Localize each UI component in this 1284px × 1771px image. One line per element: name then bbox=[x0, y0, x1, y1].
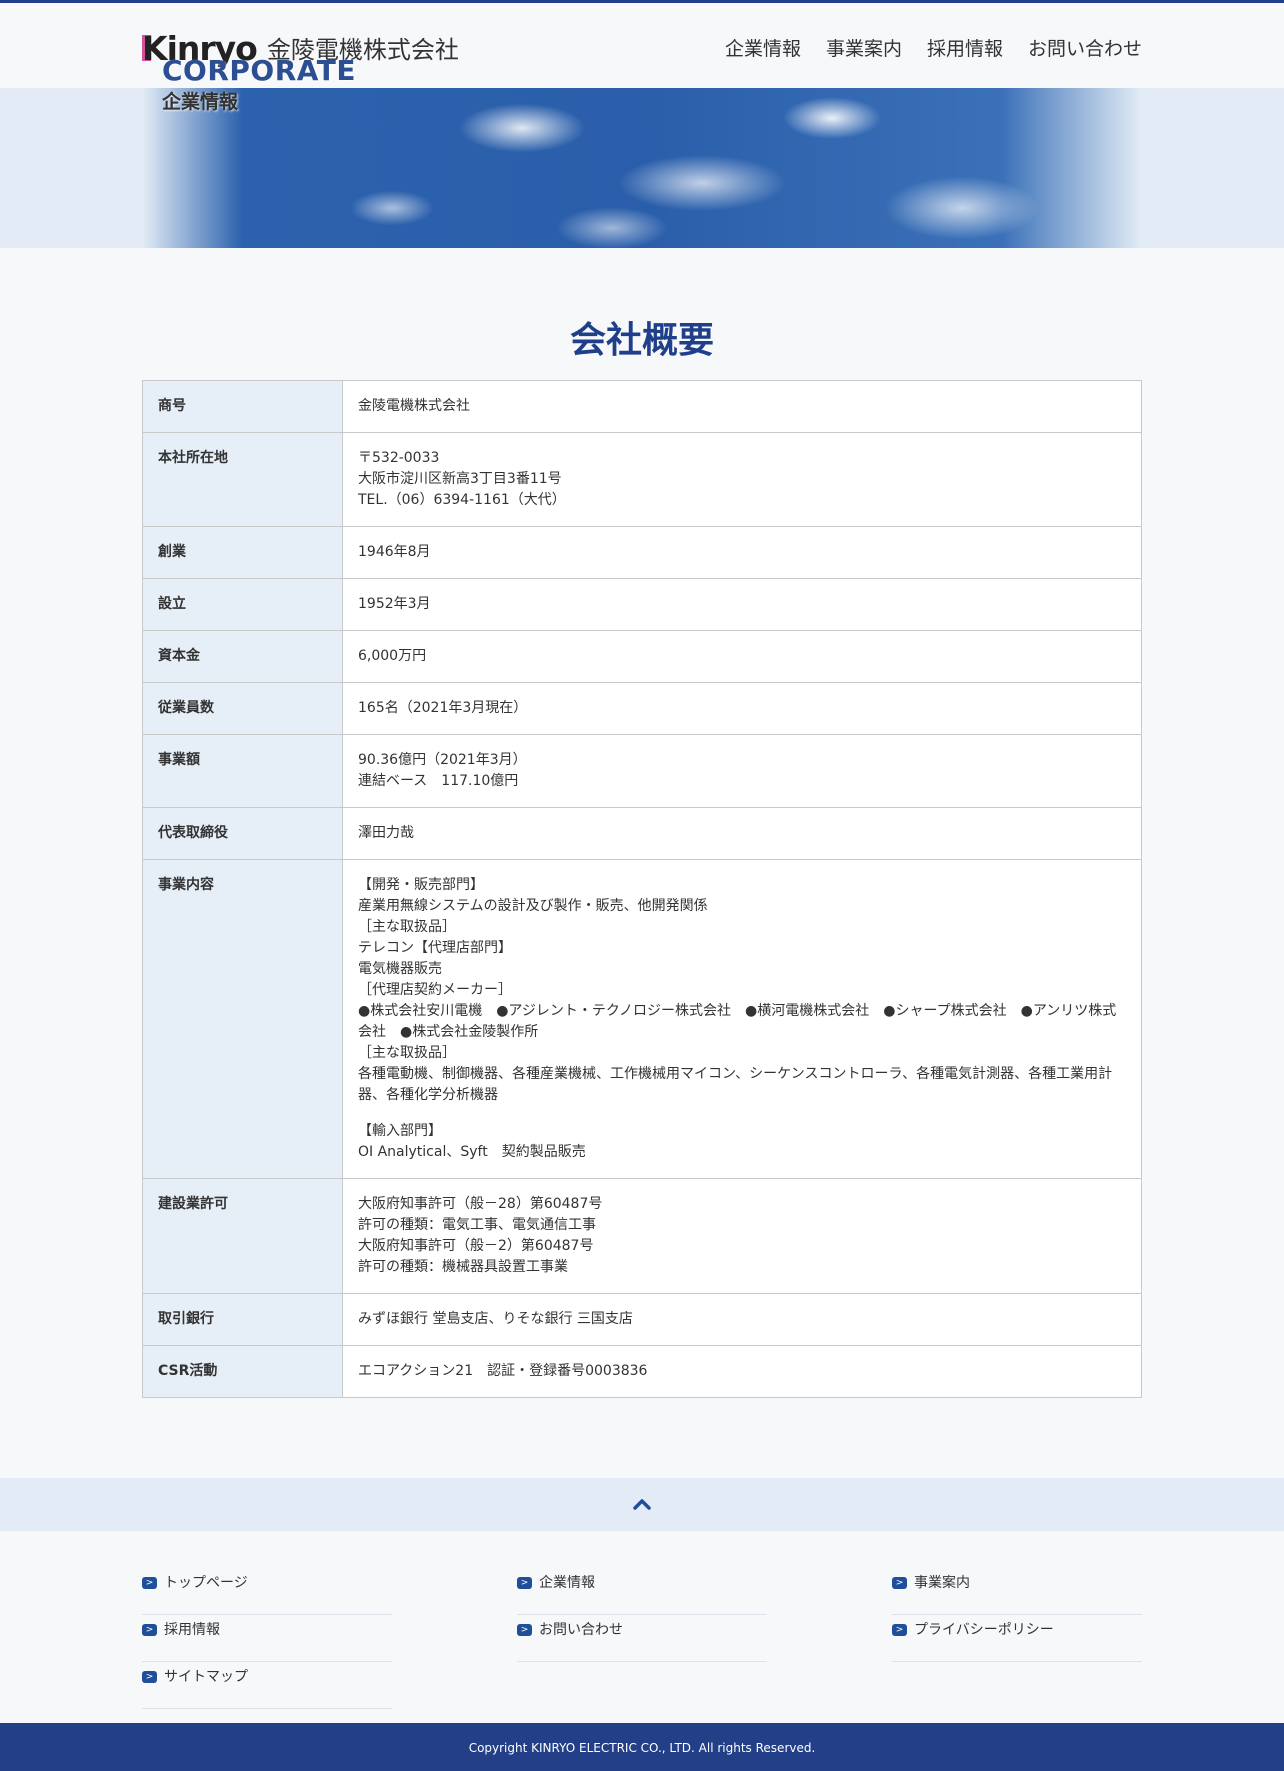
row-value-line: ●株式会社安川電機 ●アジレント・テクノロジー株式会社 ●横河電機株式会社 ●シ… bbox=[358, 1003, 1117, 1040]
row-value-line: 165名（2021年3月現在） bbox=[358, 700, 528, 716]
row-label: 取引銀行 bbox=[142, 1293, 343, 1346]
nav-business[interactable]: 事業案内 bbox=[826, 34, 902, 61]
table-row: 創業 1946年8月 bbox=[142, 526, 1142, 579]
row-value-line: 産業用無線システムの設計及び製作・販売、他開発関係 bbox=[358, 898, 708, 914]
row-label: 設立 bbox=[142, 578, 343, 631]
footer-link-privacy[interactable]: > プライバシーポリシー bbox=[892, 1615, 1142, 1662]
row-value-line: 大阪市淀川区新高3丁目3番11号 bbox=[358, 471, 562, 487]
row-value: 【開発・販売部門】産業用無線システムの設計及び製作・販売、他開発関係 ［主な取扱品… bbox=[342, 859, 1142, 1179]
row-label: 代表取締役 bbox=[142, 807, 343, 860]
row-value-line: 各種電動機、制御機器、各種産業機械、工作機械用マイコン、シーケンスコントローラ、… bbox=[358, 1066, 1113, 1103]
copyright: Copyright KINRYO ELECTRIC CO., LTD. All … bbox=[0, 1723, 1284, 1771]
table-row: 設立 1952年3月 bbox=[142, 578, 1142, 631]
arrow-right-icon: > bbox=[142, 1624, 157, 1636]
table-row: 本社所在地 〒532-0033 大阪市淀川区新高3丁目3番11号 TEL.（06）63… bbox=[142, 432, 1142, 527]
row-label: 商号 bbox=[142, 380, 343, 433]
arrow-right-icon: > bbox=[142, 1577, 157, 1589]
footer-link-label: サイトマップ bbox=[164, 1669, 248, 1685]
footer-link-label: プライバシーポリシー bbox=[914, 1622, 1054, 1638]
row-label: 事業内容 bbox=[142, 859, 343, 1179]
row-value-line: 澤田力哉 bbox=[358, 825, 414, 841]
footer-link-label: 採用情報 bbox=[164, 1622, 220, 1638]
row-value: 165名（2021年3月現在） bbox=[342, 682, 1142, 735]
main-nav: 企業情報 事業案内 採用情報 お問い合わせ bbox=[725, 34, 1142, 61]
row-label: 事業額 bbox=[142, 734, 343, 808]
row-label: 従業員数 bbox=[142, 682, 343, 735]
nav-corporate[interactable]: 企業情報 bbox=[725, 34, 801, 61]
row-value-line: TEL.（06）6394-1161（大代） bbox=[358, 492, 566, 508]
table-row: 建設業許可 大阪府知事許可（般－28）第60487号 許可の種類：電気工事、電気通信… bbox=[142, 1178, 1142, 1294]
row-label: 創業 bbox=[142, 526, 343, 579]
footer-link-label: 事業案内 bbox=[914, 1575, 970, 1591]
footer-link-label: トップページ bbox=[164, 1575, 248, 1591]
footer-link-corporate[interactable]: > 企業情報 bbox=[517, 1568, 767, 1615]
row-value: 1946年8月 bbox=[342, 526, 1142, 579]
row-value: みずほ銀行 堂島支店、りそな銀行 三国支店 bbox=[342, 1293, 1142, 1346]
row-value: 90.36億円（2021年3月） 連結ベース 117.10億円 bbox=[342, 734, 1142, 808]
footer-link-label: 企業情報 bbox=[539, 1575, 595, 1591]
table-row: 資本金 6,000万円 bbox=[142, 630, 1142, 683]
table-row: 代表取締役 澤田力哉 bbox=[142, 807, 1142, 860]
footer-link-contact[interactable]: > お問い合わせ bbox=[517, 1615, 767, 1662]
footer-link-business[interactable]: > 事業案内 bbox=[892, 1568, 1142, 1615]
row-value: 1952年3月 bbox=[342, 578, 1142, 631]
row-value: 金陵電機株式会社 bbox=[342, 380, 1142, 433]
table-row: CSR活動 エコアクション21 認証・登録番号0003836 bbox=[142, 1345, 1142, 1398]
row-value-line: 1952年3月 bbox=[358, 596, 431, 612]
back-to-top-band bbox=[0, 1478, 1284, 1531]
row-value-line: 【輸入部門】 bbox=[358, 1123, 442, 1139]
footer-link-sitemap[interactable]: > サイトマップ bbox=[142, 1662, 392, 1709]
arrow-right-icon: > bbox=[517, 1577, 532, 1589]
row-value-line: 〒532-0033 bbox=[358, 450, 440, 466]
row-value: 〒532-0033 大阪市淀川区新高3丁目3番11号 TEL.（06）6394-11… bbox=[342, 432, 1142, 527]
row-value-line: 大阪府知事許可（般－2）第60487号 bbox=[358, 1238, 594, 1254]
sky-cloud-image bbox=[142, 88, 1142, 248]
row-label: 本社所在地 bbox=[142, 432, 343, 527]
row-value-line: 許可の種類：電気工事、電気通信工事 bbox=[358, 1217, 596, 1233]
row-value-line: 6,000万円 bbox=[358, 648, 427, 664]
hero-subtitle: 企業情報 bbox=[162, 91, 239, 113]
row-value: エコアクション21 認証・登録番号0003836 bbox=[342, 1345, 1142, 1398]
row-value-line: ［代理店契約メーカー］ bbox=[358, 982, 512, 998]
row-label: CSR活動 bbox=[142, 1345, 343, 1398]
nav-recruit[interactable]: 採用情報 bbox=[927, 34, 1003, 61]
table-row: 商号 金陵電機株式会社 bbox=[142, 380, 1142, 433]
row-label: 建設業許可 bbox=[142, 1178, 343, 1294]
row-label: 資本金 bbox=[142, 630, 343, 683]
footer-link-top[interactable]: > トップページ bbox=[142, 1568, 392, 1615]
row-value-line: エコアクション21 認証・登録番号0003836 bbox=[358, 1363, 648, 1379]
row-value-line: OI Analytical、Syft 契約製品販売 bbox=[358, 1144, 586, 1160]
row-value-line: 許可の種類：機械器具設置工事業 bbox=[358, 1259, 568, 1275]
row-value: 澤田力哉 bbox=[342, 807, 1142, 860]
hero-title: CORPORATE bbox=[162, 54, 357, 87]
nav-contact[interactable]: お問い合わせ bbox=[1028, 34, 1142, 61]
arrow-right-icon: > bbox=[517, 1624, 532, 1636]
page-title: 会社概要 bbox=[569, 320, 714, 361]
row-value-line: テレコン【代理店部門】 bbox=[358, 940, 512, 956]
row-value: 大阪府知事許可（般－28）第60487号 許可の種類：電気工事、電気通信工事 大阪府… bbox=[342, 1178, 1142, 1294]
table-row: 事業額 90.36億円（2021年3月） 連結ベース 117.10億円 bbox=[142, 734, 1142, 808]
row-value-line: ［主な取扱品］ bbox=[358, 1045, 456, 1061]
chevron-up-icon[interactable] bbox=[632, 1495, 652, 1515]
arrow-right-icon: > bbox=[892, 1624, 907, 1636]
row-value-line: 電気機器販売 bbox=[358, 961, 442, 977]
row-value-line: 大阪府知事許可（般－28）第60487号 bbox=[358, 1196, 603, 1212]
row-value: 6,000万円 bbox=[342, 630, 1142, 683]
table-row: 事業内容 【開発・販売部門】産業用無線システムの設計及び製作・販売、他開発関係 ［主… bbox=[142, 859, 1142, 1179]
table-row: 取引銀行 みずほ銀行 堂島支店、りそな銀行 三国支店 bbox=[142, 1293, 1142, 1346]
footer-link-recruit[interactable]: > 採用情報 bbox=[142, 1615, 392, 1662]
row-value-line: みずほ銀行 堂島支店、りそな銀行 三国支店 bbox=[358, 1311, 633, 1327]
row-value-line: 【開発・販売部門】 bbox=[358, 877, 484, 893]
row-value-line: 連結ベース 117.10億円 bbox=[358, 773, 519, 789]
row-value-line: 1946年8月 bbox=[358, 544, 431, 560]
row-value-line: ［主な取扱品］ bbox=[358, 919, 456, 935]
arrow-right-icon: > bbox=[142, 1671, 157, 1683]
footer-link-label: お問い合わせ bbox=[539, 1622, 623, 1638]
table-row: 従業員数 165名（2021年3月現在） bbox=[142, 682, 1142, 735]
row-value-line: 金陵電機株式会社 bbox=[358, 398, 470, 414]
row-value-line: 90.36億円（2021年3月） bbox=[358, 752, 527, 768]
arrow-right-icon: > bbox=[892, 1577, 907, 1589]
company-overview-table: 商号 金陵電機株式会社 本社所在地 〒532-0033 大阪市淀川区新高3丁目3番11号… bbox=[142, 380, 1142, 1398]
